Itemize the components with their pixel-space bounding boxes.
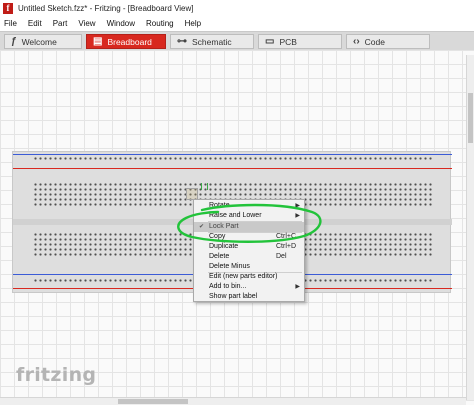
menu-file[interactable]: File: [0, 19, 21, 28]
menu-item-shortcut: Ctrl+D: [276, 243, 297, 250]
menu-item-lock-part[interactable]: ✔ Lock Part: [194, 222, 304, 232]
top-rail-holes: [33, 156, 433, 162]
fritzing-logo-icon: f: [3, 3, 13, 14]
submenu-arrow-icon: ▶: [295, 284, 300, 290]
tab-label: PCB: [279, 36, 297, 47]
power-rail-blue-line: [13, 154, 452, 155]
menu-item-label: Delete: [209, 253, 230, 260]
horizontal-scrollbar[interactable]: [0, 397, 466, 405]
menu-item-add-to-bin[interactable]: Add to bin... ▶: [194, 282, 304, 292]
window-title: Untitled Sketch.fzz* - Fritzing - [Bread…: [18, 4, 194, 13]
menu-part[interactable]: Part: [49, 19, 72, 28]
submenu-arrow-icon: ▶: [295, 203, 300, 209]
menu-item-label: Delete Minus: [209, 263, 250, 270]
menu-edit[interactable]: Edit: [24, 19, 46, 28]
breadboard-icon: ▤: [93, 36, 103, 47]
menu-item-shortcut: Del: [276, 253, 287, 260]
schematic-icon: ⊶: [177, 36, 187, 47]
view-tab-bar: ƒ Welcome ▤ Breadboard ⊶ Schematic ▭ PCB…: [0, 31, 474, 50]
menu-item-raise-and-lower[interactable]: Raise and Lower ▶: [194, 211, 304, 221]
menu-item-label: Rotate: [209, 202, 230, 209]
menu-help[interactable]: Help: [181, 19, 205, 28]
part-leg: [201, 183, 202, 190]
part-leg: [207, 183, 208, 190]
menu-item-delete[interactable]: Delete Del: [194, 252, 304, 262]
vertical-scrollbar[interactable]: [466, 55, 474, 400]
menu-item-label: Raise and Lower: [209, 212, 262, 219]
menu-item-label: Copy: [209, 233, 226, 240]
tab-label: Code: [364, 36, 385, 47]
tab-welcome[interactable]: ƒ Welcome: [4, 34, 82, 49]
menu-item-label: Lock Part: [209, 223, 239, 230]
menu-item-duplicate[interactable]: Duplicate Ctrl+D: [194, 242, 304, 252]
horizontal-scrollbar-thumb[interactable]: [118, 399, 188, 404]
fritzing-icon: ƒ: [11, 36, 17, 47]
power-rail-red-line: [13, 168, 452, 169]
tab-pcb[interactable]: ▭ PCB: [258, 34, 342, 49]
menu-item-show-part-label[interactable]: Show part label: [194, 292, 304, 302]
tab-label: Breadboard: [107, 36, 152, 47]
part-context-menu: Rotate ▶ Raise and Lower ▶ ✔ Lock Part C…: [193, 199, 305, 302]
vertical-scrollbar-thumb[interactable]: [468, 93, 473, 143]
menu-window[interactable]: Window: [103, 19, 139, 28]
menu-item-label: Add to bin...: [209, 283, 247, 290]
tab-label: Welcome: [21, 36, 57, 47]
menu-item-edit-parts-editor[interactable]: Edit (new parts editor): [194, 272, 304, 282]
tab-breadboard[interactable]: ▤ Breadboard: [86, 34, 166, 49]
checkmark-icon: ✔: [199, 224, 205, 230]
menu-item-copy[interactable]: Copy Ctrl+C: [194, 232, 304, 242]
menu-item-shortcut: Ctrl+C: [276, 233, 297, 240]
menu-item-label: Show part label: [209, 293, 258, 300]
menu-item-label: Edit (new parts editor): [209, 273, 278, 280]
title-bar: f Untitled Sketch.fzz* - Fritzing - [Bre…: [0, 0, 474, 17]
menu-item-delete-minus[interactable]: Delete Minus: [194, 262, 304, 272]
submenu-arrow-icon: ▶: [295, 213, 300, 219]
tab-code[interactable]: ‹› Code: [346, 34, 430, 49]
menu-routing[interactable]: Routing: [142, 19, 178, 28]
pcb-icon: ▭: [265, 36, 275, 47]
fritzing-watermark: fritzing: [16, 364, 97, 386]
tab-schematic[interactable]: ⊶ Schematic: [170, 34, 254, 49]
menu-item-label: Duplicate: [209, 243, 239, 250]
code-icon: ‹›: [353, 36, 360, 47]
menu-view[interactable]: View: [74, 19, 99, 28]
menu-bar: File Edit Part View Window Routing Help: [0, 17, 474, 30]
menu-item-rotate[interactable]: Rotate ▶: [194, 201, 304, 211]
tab-label: Schematic: [192, 36, 232, 47]
